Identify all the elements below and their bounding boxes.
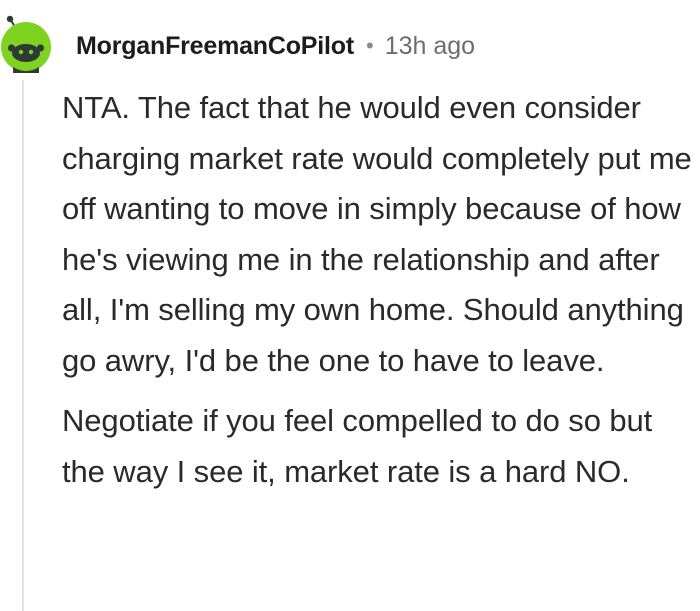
comment-header: MorganFreemanCoPilot • 13h ago: [76, 26, 475, 66]
thread-line[interactable]: [22, 80, 24, 611]
comment-timestamp[interactable]: 13h ago: [385, 32, 475, 61]
user-avatar[interactable]: [1, 15, 51, 73]
comment-paragraph-1: NTA. The fact that he would even conside…: [62, 90, 692, 378]
comment-body: NTA. The fact that he would even conside…: [62, 83, 698, 497]
meta-separator: •: [365, 33, 374, 58]
comment-paragraph-2: Negotiate if you feel compelled to do so…: [62, 403, 653, 489]
reddit-snoo-avatar-icon: [1, 15, 51, 73]
username-link[interactable]: MorganFreemanCoPilot: [76, 32, 354, 61]
